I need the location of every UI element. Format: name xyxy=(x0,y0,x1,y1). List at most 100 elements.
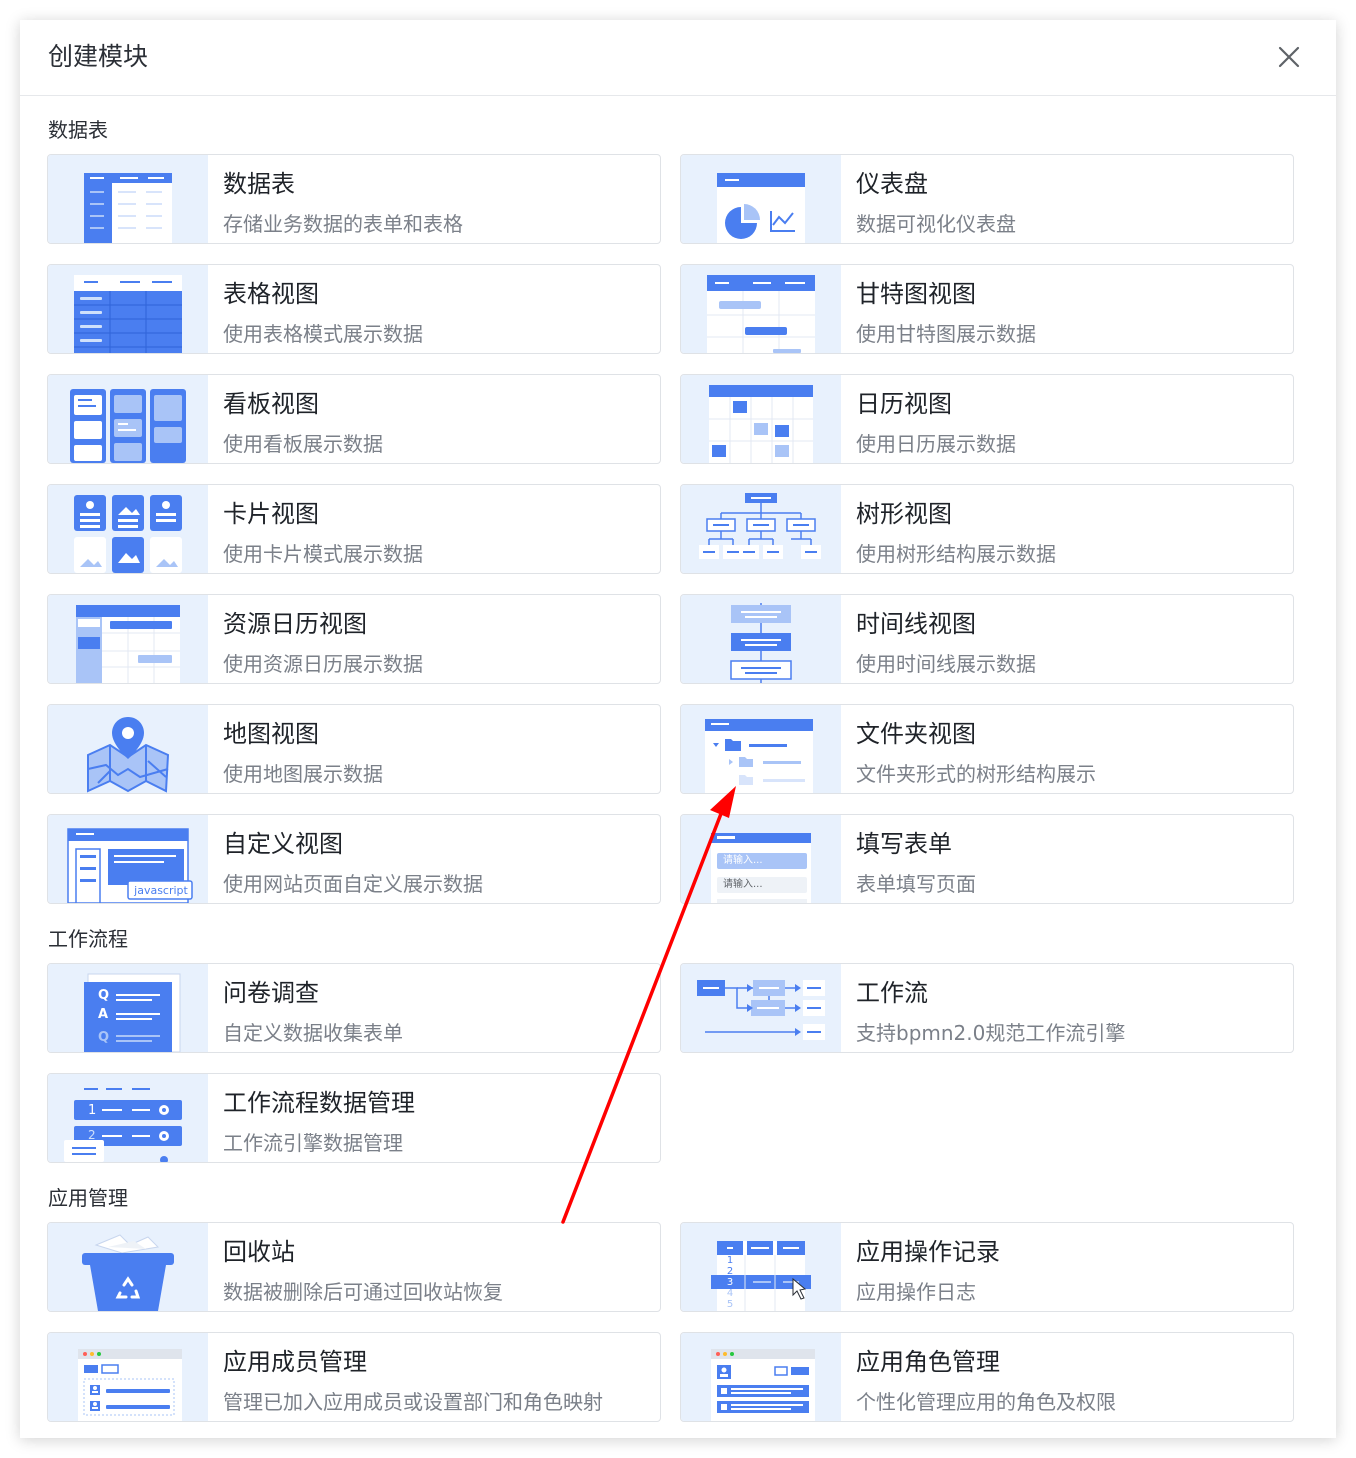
card-title: 应用操作记录 xyxy=(856,1238,1000,1266)
card-title: 工作流程数据管理 xyxy=(223,1089,415,1117)
log-row-4: 4 xyxy=(726,1288,734,1299)
card-description: 使用看板展示数据 xyxy=(223,432,383,456)
card-title: 自定义视图 xyxy=(223,830,343,858)
module-card-operation-log[interactable]: 1 2 3 4 5 应用操作记录 应用操作日志 xyxy=(680,1222,1294,1312)
card-title: 卡片视图 xyxy=(223,500,319,528)
module-card-gantt-view[interactable]: 甘特图视图 使用甘特图展示数据 xyxy=(680,264,1294,354)
module-card-member-management[interactable]: 应用成员管理 管理已加入应用成员或设置部门和角色映射 xyxy=(47,1332,661,1422)
module-card-tree-view[interactable]: 树形视图 使用树形结构展示数据 xyxy=(680,484,1294,574)
module-card-custom-view[interactable]: javascript 自定义视图 使用网站页面自定义展示数据 xyxy=(47,814,661,904)
card-title: 表格视图 xyxy=(223,280,319,308)
card-description: 文件夹形式的树形结构展示 xyxy=(856,762,1096,786)
card-description: 数据被删除后可通过回收站恢复 xyxy=(223,1280,503,1304)
members-icon xyxy=(48,1333,208,1421)
module-card-map-view[interactable]: 地图视图 使用地图展示数据 xyxy=(47,704,661,794)
folder-icon xyxy=(681,705,841,793)
card-description: 自定义数据收集表单 xyxy=(223,1021,403,1045)
section-title-app-management: 应用管理 xyxy=(48,1186,128,1210)
resource-calendar-icon xyxy=(48,595,208,683)
form-icon: 请输入... 请输入... xyxy=(681,815,841,903)
module-card-recycle-bin[interactable]: 回收站 数据被删除后可通过回收站恢复 xyxy=(47,1222,661,1312)
card-description: 个性化管理应用的角色及权限 xyxy=(856,1390,1116,1414)
card-title: 地图视图 xyxy=(223,720,319,748)
card-description: 使用表格模式展示数据 xyxy=(223,322,423,346)
module-card-calendar-view[interactable]: 日历视图 使用日历展示数据 xyxy=(680,374,1294,464)
log-icon: 1 2 3 4 5 xyxy=(681,1223,841,1311)
card-title: 甘特图视图 xyxy=(856,280,976,308)
card-title: 应用成员管理 xyxy=(223,1348,367,1376)
create-module-dialog: 创建模块 数据表 数据表 存储业务数据的表单和表格 仪表盘 数据可视化仪表盘 表… xyxy=(20,20,1336,1438)
survey-a-label: A xyxy=(98,1007,109,1022)
log-row-5: 5 xyxy=(726,1299,734,1310)
form-placeholder-1: 请输入... xyxy=(723,855,763,866)
log-row-2: 2 xyxy=(726,1266,734,1277)
survey-icon: Q A Q xyxy=(48,964,208,1052)
card-description: 使用卡片模式展示数据 xyxy=(223,542,423,566)
timeline-icon xyxy=(681,595,841,683)
module-card-grid-view[interactable]: 表格视图 使用表格模式展示数据 xyxy=(47,264,661,354)
card-title: 应用角色管理 xyxy=(856,1348,1000,1376)
card-description: 应用操作日志 xyxy=(856,1280,976,1304)
tree-icon xyxy=(681,485,841,573)
workflow-icon xyxy=(681,964,841,1052)
survey-q2-label: Q xyxy=(98,1030,110,1045)
card-description: 使用地图展示数据 xyxy=(223,762,383,786)
module-card-resource-calendar-view[interactable]: 资源日历视图 使用资源日历展示数据 xyxy=(47,594,661,684)
dashboard-icon xyxy=(681,155,841,243)
card-title: 填写表单 xyxy=(856,830,952,858)
card-title: 文件夹视图 xyxy=(856,720,976,748)
module-card-role-management[interactable]: 应用角色管理 个性化管理应用的角色及权限 xyxy=(680,1332,1294,1422)
card-title: 树形视图 xyxy=(856,500,952,528)
module-card-data-table[interactable]: 数据表 存储业务数据的表单和表格 xyxy=(47,154,661,244)
card-title: 日历视图 xyxy=(856,390,952,418)
module-card-survey[interactable]: Q A Q 问卷调查 自定义数据收集表单 xyxy=(47,963,661,1053)
recycle-bin-icon xyxy=(48,1223,208,1311)
module-card-dashboard[interactable]: 仪表盘 数据可视化仪表盘 xyxy=(680,154,1294,244)
module-card-card-view[interactable]: 卡片视图 使用卡片模式展示数据 xyxy=(47,484,661,574)
map-pin-icon xyxy=(48,705,208,793)
card-description: 表单填写页面 xyxy=(856,872,976,896)
card-title: 时间线视图 xyxy=(856,610,976,638)
close-icon[interactable] xyxy=(1276,44,1302,70)
card-description: 工作流引擎数据管理 xyxy=(223,1131,403,1155)
dialog-header: 创建模块 xyxy=(20,20,1336,96)
javascript-label: javascript xyxy=(134,884,188,897)
card-description: 数据可视化仪表盘 xyxy=(856,212,1016,236)
dialog-title: 创建模块 xyxy=(48,42,149,71)
card-description: 使用树形结构展示数据 xyxy=(856,542,1056,566)
code-window-icon: javascript xyxy=(48,815,208,903)
grid-icon xyxy=(48,265,208,353)
workflow-row-1-label: 1 xyxy=(88,1103,97,1118)
log-row-3: 3 xyxy=(726,1277,734,1288)
workflow-data-icon: 1 2 xyxy=(48,1074,208,1162)
card-description: 使用网站页面自定义展示数据 xyxy=(223,872,483,896)
module-card-timeline-view[interactable]: 时间线视图 使用时间线展示数据 xyxy=(680,594,1294,684)
card-description: 存储业务数据的表单和表格 xyxy=(223,212,463,236)
kanban-icon xyxy=(48,375,208,463)
card-description: 使用甘特图展示数据 xyxy=(856,322,1036,346)
module-card-form-fill[interactable]: 请输入... 请输入... 填写表单 表单填写页面 xyxy=(680,814,1294,904)
module-card-workflow-data[interactable]: 1 2 工作流程数据管理 工作流引擎数据管理 xyxy=(47,1073,661,1163)
card-description: 使用日历展示数据 xyxy=(856,432,1016,456)
roles-icon xyxy=(681,1333,841,1421)
log-row-1: 1 xyxy=(726,1255,734,1266)
module-card-workflow[interactable]: 工作流 支持bpmn2.0规范工作流引擎 xyxy=(680,963,1294,1053)
card-description: 使用资源日历展示数据 xyxy=(223,652,423,676)
table-icon xyxy=(48,155,208,243)
module-card-kanban-view[interactable]: 看板视图 使用看板展示数据 xyxy=(47,374,661,464)
card-title: 数据表 xyxy=(223,170,295,198)
calendar-icon xyxy=(681,375,841,463)
card-title: 问卷调查 xyxy=(223,979,319,1007)
module-card-folder-view[interactable]: 文件夹视图 文件夹形式的树形结构展示 xyxy=(680,704,1294,794)
gantt-icon xyxy=(681,265,841,353)
form-placeholder-2: 请输入... xyxy=(723,879,763,890)
card-description: 支持bpmn2.0规范工作流引擎 xyxy=(856,1021,1126,1045)
card-title: 资源日历视图 xyxy=(223,610,367,638)
card-icon xyxy=(48,485,208,573)
card-description: 管理已加入应用成员或设置部门和角色映射 xyxy=(223,1390,603,1414)
card-description: 使用时间线展示数据 xyxy=(856,652,1036,676)
section-title-data-table: 数据表 xyxy=(48,118,108,142)
card-title: 仪表盘 xyxy=(856,170,928,198)
workflow-row-2-label: 2 xyxy=(88,1128,96,1142)
card-title: 回收站 xyxy=(223,1238,295,1266)
